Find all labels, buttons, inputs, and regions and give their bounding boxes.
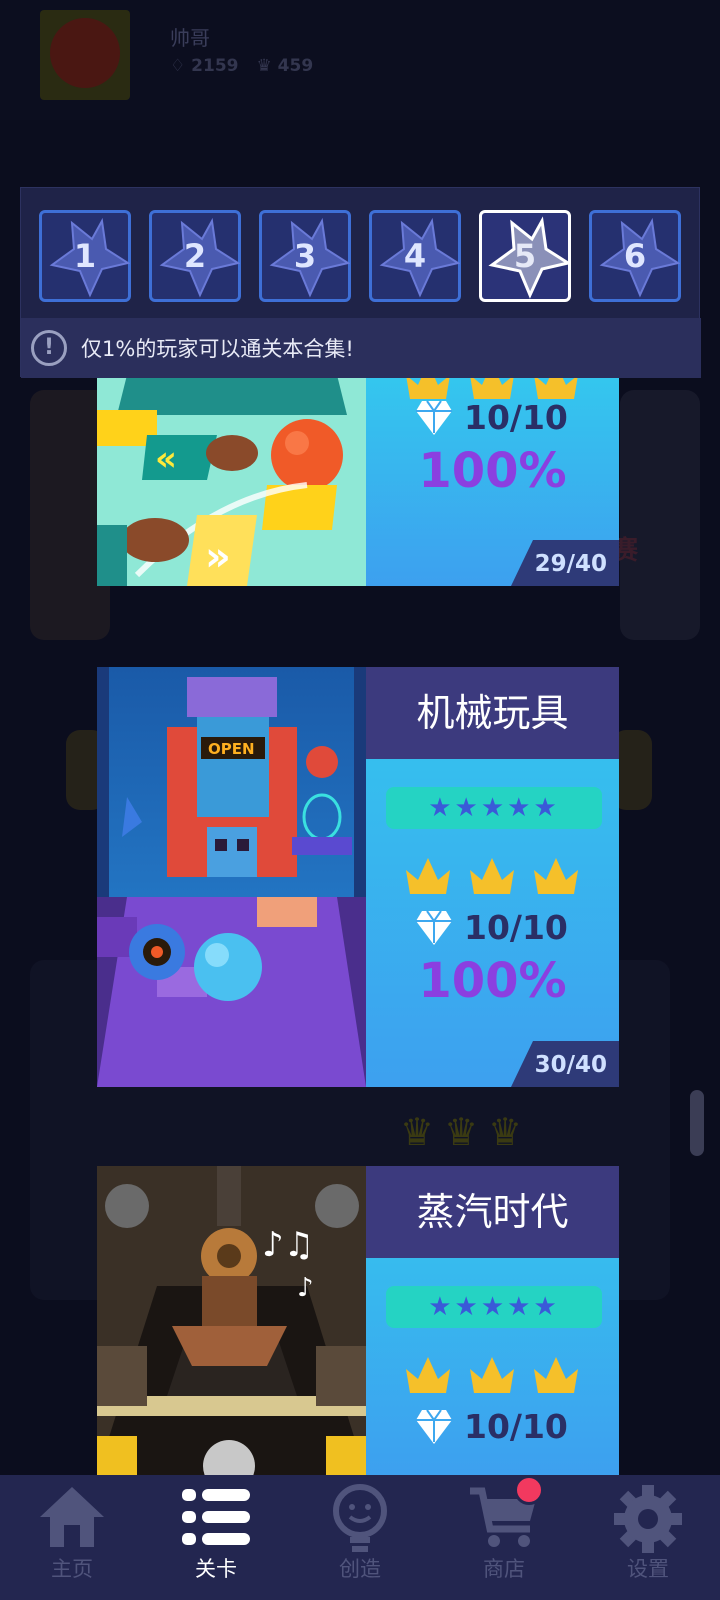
- crown-icon: [470, 1357, 514, 1393]
- nav-levels[interactable]: 关卡: [144, 1475, 288, 1600]
- svg-text:♪♫: ♪♫: [262, 1225, 314, 1265]
- crown-icon: [406, 1357, 450, 1393]
- level-title: 机械玩具: [366, 667, 619, 759]
- svg-text:♪: ♪: [297, 1273, 314, 1303]
- chapter-number: 1: [73, 237, 97, 275]
- level-card[interactable]: OPEN 机械玩具 ★★★★★ 10/10 100% 30/40: [97, 667, 619, 1087]
- chapter-tab-1[interactable]: 1: [39, 210, 131, 302]
- profile-header: 帅哥 ♢ 2159 ♛ 459: [0, 0, 720, 120]
- difficulty-stars: ★★★★★: [386, 1286, 602, 1328]
- gem-count-text: 10/10: [464, 397, 568, 437]
- gem-progress: 10/10: [414, 397, 568, 437]
- crown-icon: [406, 858, 450, 894]
- bg-crowns: ♛♛♛: [400, 1110, 533, 1154]
- level-count: 30/40: [511, 1041, 619, 1087]
- gem-progress: 10/10: [414, 1406, 568, 1446]
- lightbulb-icon: [333, 1484, 387, 1552]
- completion-percent: 100%: [418, 443, 567, 499]
- nav-label: 商店: [483, 1557, 525, 1581]
- scrollbar[interactable]: [690, 1090, 704, 1156]
- crown-icon: [470, 858, 514, 894]
- completion-percent: 100%: [418, 953, 567, 1009]
- level-info: 蒸汽时代 ★★★★★ 10/10: [366, 1166, 619, 1475]
- nav-settings[interactable]: 设置: [576, 1475, 720, 1600]
- chapter-number: 2: [183, 237, 207, 275]
- crown-rating: [402, 1351, 582, 1397]
- chapter-tabs: 1 2 3 4 5 6: [39, 210, 681, 302]
- nav-label: 主页: [51, 1557, 93, 1581]
- crown-count: ♛ 459: [256, 56, 314, 76]
- chapter-tab-4[interactable]: 4: [369, 210, 461, 302]
- info-icon: !: [31, 330, 67, 366]
- chapter-tab-3[interactable]: 3: [259, 210, 351, 302]
- profile-name: 帅哥: [170, 26, 210, 50]
- svg-text:»: »: [205, 534, 231, 580]
- level-card[interactable]: « » 10/10 100% 29/40: [97, 375, 619, 586]
- diamond-icon: [416, 910, 452, 945]
- gear-icon: [614, 1485, 682, 1553]
- difficulty-stars: ★★★★★: [386, 787, 602, 829]
- notice-text: 仅1%的玩家可以通关本合集!: [81, 337, 354, 361]
- level-title: 蒸汽时代: [366, 1166, 619, 1258]
- gem-count-text: 10/10: [464, 1406, 568, 1446]
- chapter-number: 4: [403, 237, 427, 275]
- level-artwork: ♪♫ ♪: [97, 1166, 366, 1475]
- crown-icon: [534, 858, 578, 894]
- chapter-number: 3: [293, 237, 317, 275]
- level-info: 10/10 100% 29/40: [366, 375, 619, 586]
- chapter-tab-5[interactable]: 5: [479, 210, 571, 302]
- level-info: 机械玩具 ★★★★★ 10/10 100% 30/40: [366, 667, 619, 1087]
- notification-badge: [514, 1475, 544, 1505]
- level-card[interactable]: ♪♫ ♪ 蒸汽时代 ★★★★★ 10/10: [97, 1166, 619, 1475]
- level-artwork: OPEN: [97, 667, 366, 1087]
- crown-icon: [534, 1357, 578, 1393]
- nav-label: 设置: [627, 1557, 669, 1581]
- gem-count-text: 10/10: [464, 907, 568, 947]
- gem-progress: 10/10: [414, 907, 568, 947]
- chapter-number: 5: [513, 237, 537, 275]
- nav-create[interactable]: 创造: [288, 1475, 432, 1600]
- nav-shop[interactable]: 商店: [432, 1475, 576, 1600]
- nav-home[interactable]: 主页: [0, 1475, 144, 1600]
- crown-rating: [402, 852, 582, 898]
- profile-stats: ♢ 2159 ♛ 459: [170, 56, 313, 76]
- gem-count: ♢ 2159: [170, 56, 239, 76]
- chapter-tab-6[interactable]: 6: [589, 210, 681, 302]
- level-count: 29/40: [511, 540, 619, 586]
- svg-text:OPEN: OPEN: [208, 740, 255, 758]
- list-icon: [182, 1489, 250, 1545]
- bottom-nav: 主页 关卡 创造 商店 设置: [0, 1475, 720, 1600]
- svg-text:«: «: [155, 439, 177, 479]
- diamond-icon: [416, 400, 452, 435]
- home-icon: [40, 1487, 104, 1547]
- avatar: [40, 10, 130, 100]
- nav-label: 关卡: [195, 1557, 237, 1581]
- chapter-tab-2[interactable]: 2: [149, 210, 241, 302]
- chapter-selector: 1 2 3 4 5 6 ! 仅1%的玩家可以通关本合集!: [20, 187, 701, 378]
- chapter-notice: ! 仅1%的玩家可以通关本合集!: [21, 318, 701, 378]
- bg-decoration: [620, 390, 700, 640]
- level-artwork: « »: [97, 375, 366, 586]
- chapter-number: 6: [623, 237, 647, 275]
- nav-label: 创造: [339, 1557, 381, 1581]
- diamond-icon: [416, 1409, 452, 1444]
